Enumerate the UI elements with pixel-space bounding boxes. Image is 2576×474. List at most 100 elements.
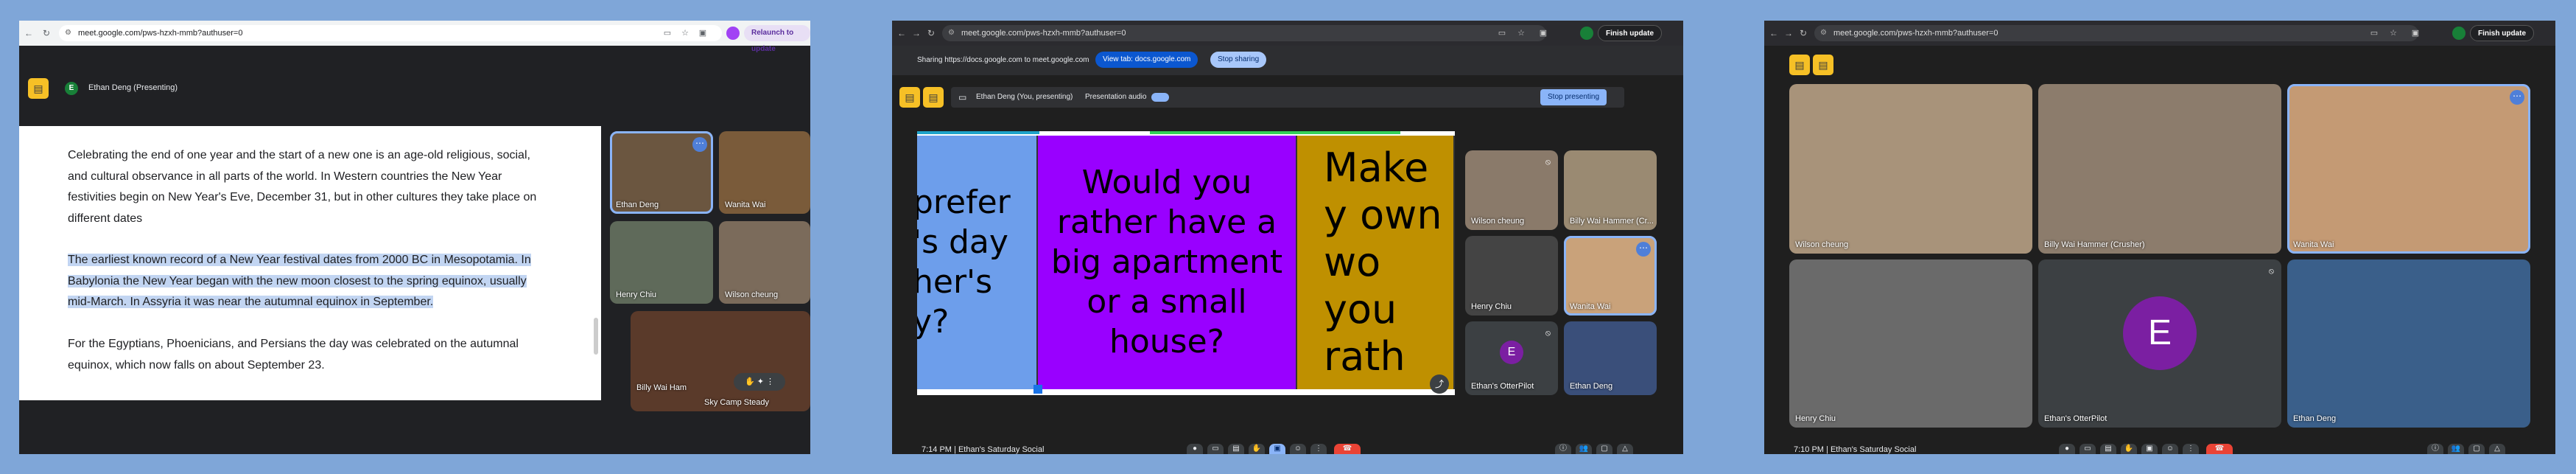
slide-card[interactable]: Would you rather have a big apartment or…: [1038, 136, 1297, 389]
video-tile[interactable]: ⋯ Ethan Deng: [610, 131, 713, 214]
docs-icon[interactable]: ▤: [1813, 55, 1833, 75]
video-tile[interactable]: Henry Chiu: [1465, 236, 1558, 316]
camera-icon[interactable]: ▭: [661, 27, 673, 39]
mic-off-icon: ⦸: [1545, 158, 1551, 167]
more-vert-icon[interactable]: ⋯: [2510, 90, 2524, 105]
activities-icon[interactable]: △: [1617, 444, 1633, 454]
back-arrow-icon[interactable]: ←: [896, 28, 907, 38]
video-tile[interactable]: Ethan Deng: [1564, 321, 1657, 395]
camera-icon[interactable]: ▭: [1496, 27, 1508, 39]
video-tile[interactable]: ⋯ Wanita Wai: [2287, 84, 2530, 254]
captions-icon[interactable]: ▤: [1228, 444, 1244, 454]
info-icon[interactable]: ⓘ: [2427, 444, 2443, 454]
video-tile[interactable]: ⦸ Wilson cheung: [1465, 150, 1558, 230]
slide-card[interactable]: prefer 's day her's y?: [917, 136, 1038, 389]
more-vert-icon[interactable]: ⋮: [2183, 444, 2199, 454]
mic-icon[interactable]: ●: [2059, 444, 2075, 454]
meeting-name: Ethan's Saturday Social: [1830, 445, 1917, 454]
more-vert-icon[interactable]: ⋮: [1310, 444, 1327, 454]
video-tile[interactable]: Billy Wai Hammer (Crusher): [2038, 84, 2281, 254]
audio-label: Presentation audio: [1085, 93, 1147, 101]
tile-controls[interactable]: ✋ ✦ ⋮: [734, 373, 785, 391]
video-tile[interactable]: Wilson cheung: [1789, 84, 2032, 254]
back-arrow-icon[interactable]: ←: [24, 28, 34, 38]
chat-icon[interactable]: ▢: [2468, 444, 2485, 454]
chat-icon[interactable]: ▢: [1596, 444, 1612, 454]
profile-avatar[interactable]: [2452, 27, 2466, 40]
stop-sharing-button[interactable]: Stop sharing: [1210, 52, 1267, 68]
tune-icon[interactable]: ⚙: [948, 25, 955, 41]
camera-icon[interactable]: ▭: [2080, 444, 2096, 454]
tile-name: Wilson cheung: [1471, 217, 1525, 226]
profile-avatar[interactable]: [1580, 27, 1593, 40]
forward-arrow-icon[interactable]: →: [911, 28, 922, 38]
address-bar[interactable]: ⚙ meet.google.com/pws-hzxh-mmb?authuser=…: [1814, 25, 2418, 41]
video-tile[interactable]: Ethan Deng: [2287, 259, 2530, 428]
doc-scrollbar[interactable]: [594, 318, 598, 355]
finish-update-button[interactable]: Finish update: [2470, 25, 2534, 41]
video-tile[interactable]: ⋯ Wanita Wai: [1564, 236, 1657, 316]
video-tile[interactable]: Wilson cheung: [719, 221, 810, 304]
relaunch-button[interactable]: Relaunch to update: [744, 25, 810, 53]
video-tile[interactable]: Henry Chiu: [610, 221, 713, 304]
mic-off-icon: ⦸: [1545, 329, 1551, 338]
people-icon[interactable]: 👥: [2448, 444, 2464, 454]
star-icon[interactable]: ☆: [679, 27, 691, 39]
people-icon[interactable]: 👥: [1576, 444, 1592, 454]
hand-icon[interactable]: ✋: [1249, 444, 1265, 454]
profile-avatar[interactable]: [726, 27, 740, 40]
forward-arrow-icon[interactable]: →: [1783, 28, 1794, 38]
call-end-icon[interactable]: ☎: [1334, 444, 1361, 454]
captions-icon[interactable]: ▤: [2100, 444, 2116, 454]
extension-icon[interactable]: ▣: [697, 27, 709, 39]
share-icon[interactable]: ⤴: [1430, 374, 1449, 394]
star-icon[interactable]: ☆: [2387, 27, 2399, 39]
extension-icon[interactable]: ▣: [1537, 27, 1549, 39]
star-icon[interactable]: ☆: [1515, 27, 1527, 39]
more-vert-icon[interactable]: ⋯: [692, 137, 707, 152]
view-tab-button[interactable]: View tab: docs.google.com: [1095, 52, 1198, 68]
slide-text: prefer 's day her's y?: [917, 184, 1011, 341]
hand-icon[interactable]: ✋: [2121, 444, 2137, 454]
extension-icon[interactable]: ▣: [2410, 27, 2421, 39]
presenting-bar: ▭ Ethan Deng (You, presenting) Presentat…: [951, 87, 1624, 108]
address-bar[interactable]: ⚙ meet.google.com/pws-hzxh-mmb?authuser=…: [942, 25, 1546, 41]
stop-presenting-button[interactable]: Stop presenting: [1540, 89, 1607, 105]
reload-icon[interactable]: ↻: [41, 28, 52, 38]
browser-toolbar: ← → ↻ ⚙ meet.google.com/pws-hzxh-mmb?aut…: [1764, 21, 2555, 46]
video-tile[interactable]: ⦸ E Ethan's OtterPilot: [2038, 259, 2281, 428]
reactions-icon[interactable]: ☺: [2162, 444, 2178, 454]
info-icon[interactable]: ⓘ: [1555, 444, 1571, 454]
video-tile[interactable]: Billy Wai Hammer (Cr...: [1564, 150, 1657, 230]
camera-icon[interactable]: ▭: [2368, 27, 2380, 39]
tile-name: Sky Camp Steady: [704, 398, 770, 407]
camera-icon[interactable]: ▭: [1207, 444, 1224, 454]
tune-icon[interactable]: ⚙: [65, 25, 71, 41]
slide-card[interactable]: Make y own wo you rath: [1297, 136, 1455, 389]
present-icon[interactable]: ▣: [2141, 444, 2158, 454]
video-tile[interactable]: Wanita Wai: [719, 131, 810, 214]
call-end-icon[interactable]: ☎: [2206, 444, 2233, 454]
tile-name: Wilson cheung: [725, 290, 779, 299]
video-tile[interactable]: ⦸ E Ethan's OtterPilot: [1465, 321, 1558, 395]
slide-cursor[interactable]: [1033, 385, 1042, 394]
meet-icon[interactable]: ▤: [1789, 55, 1810, 75]
more-vert-icon[interactable]: ⋯: [1636, 242, 1651, 257]
reactions-icon[interactable]: ☺: [1290, 444, 1306, 454]
back-arrow-icon[interactable]: ←: [1769, 28, 1779, 38]
tune-icon[interactable]: ⚙: [1820, 25, 1827, 41]
present-icon[interactable]: ▣: [1269, 444, 1285, 454]
finish-update-button[interactable]: Finish update: [1598, 25, 1662, 41]
meet-icon[interactable]: ▤: [899, 87, 920, 108]
reload-icon[interactable]: ↻: [926, 28, 936, 38]
tile-name: Ethan Deng: [616, 201, 659, 209]
activities-icon[interactable]: △: [2489, 444, 2505, 454]
video-tile[interactable]: Henry Chiu: [1789, 259, 2032, 428]
reload-icon[interactable]: ↻: [1798, 28, 1808, 38]
docs-icon[interactable]: ▤: [923, 87, 944, 108]
docs-icon[interactable]: ▤: [28, 78, 49, 99]
audio-toggle[interactable]: [1151, 93, 1169, 102]
mic-icon[interactable]: ●: [1187, 444, 1203, 454]
video-tile[interactable]: Billy Wai Ham Sky Camp Steady ✋ ✦ ⋮: [631, 311, 810, 411]
address-bar[interactable]: ⚙ meet.google.com/pws-hzxh-mmb?authuser=…: [59, 25, 722, 41]
